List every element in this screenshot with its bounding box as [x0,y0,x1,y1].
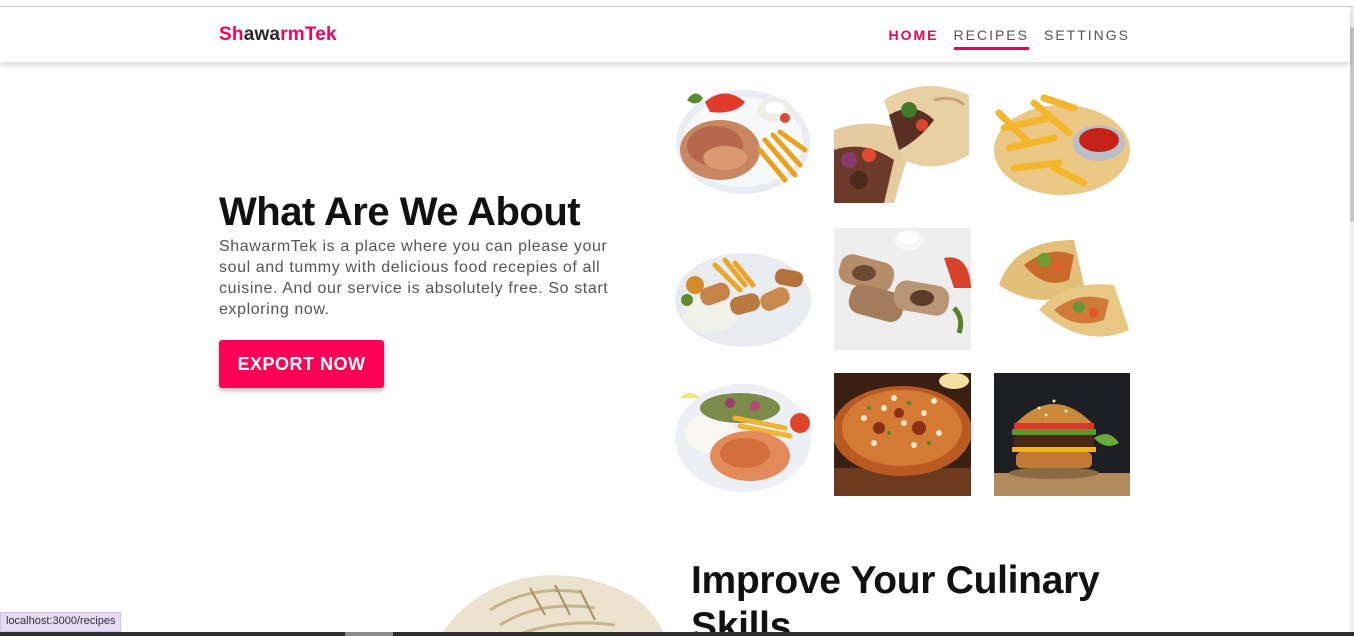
logo-text-part2: awa [243,24,281,45]
navbar: ShawarmTek HOME RECIPES SETTINGS [0,7,1350,62]
food-image-burger [994,373,1130,496]
brand-logo[interactable]: ShawarmTek [219,24,337,46]
wrap-decoration-image [430,570,665,636]
page-scrollbar[interactable] [1350,7,1354,632]
food-image-beef-wrap-halves [834,80,971,203]
hero-title: What Are We About [219,190,581,234]
section-title-culinary: Improve Your Culinary Skills [691,559,1100,636]
nav-recipes-link[interactable]: RECIPES [953,27,1029,50]
food-image-sliced-wrap-dip [834,228,971,350]
scrollbar-thumb[interactable] [1350,27,1354,222]
food-image-shawarma-plate-fries [675,80,811,200]
food-image-crinkle-fries-ketchup [994,88,1130,198]
nav-home-link[interactable]: HOME [889,27,939,50]
logo-text-part1: Sh [219,24,244,45]
nav-menu: HOME RECIPES SETTINGS [889,27,1130,50]
food-image-biryani-plate [834,373,971,496]
logo-text-part3: rmTek [280,24,337,45]
food-image-chicken-wrap-halves [994,235,1130,345]
nav-settings-link[interactable]: SETTINGS [1044,27,1130,50]
food-image-shawarma-rolls-fries-plate [675,245,811,347]
food-image-chicken-rice-plate [675,378,811,493]
taskbar-strip [0,632,1354,636]
hero-description: ShawarmTek is a place where you can plea… [219,238,609,318]
food-gallery [675,80,1130,498]
export-now-button[interactable]: EXPORT NOW [219,340,384,388]
link-status-url: localhost:3000/recipes [0,612,122,632]
taskbar-highlight [345,632,393,636]
